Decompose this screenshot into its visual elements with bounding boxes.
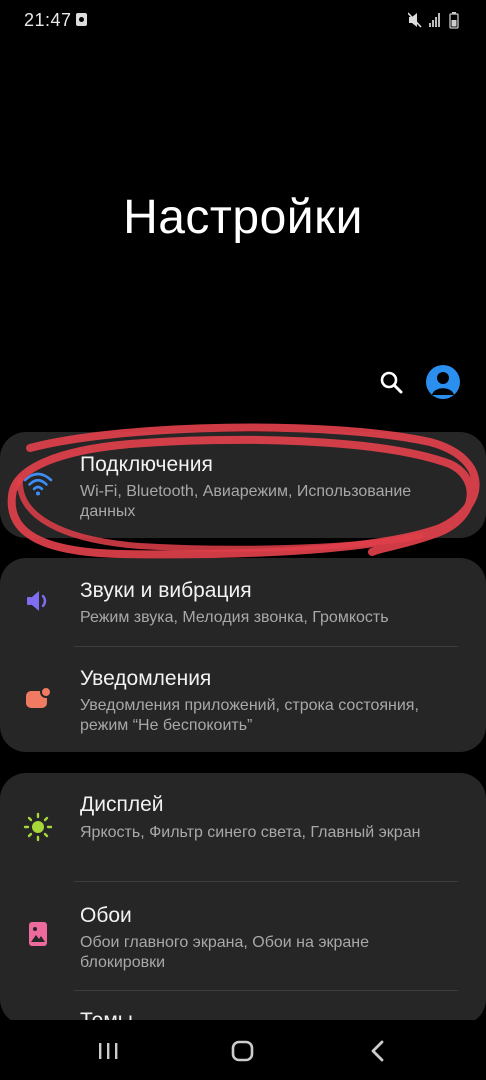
settings-item-title: Дисплей xyxy=(80,793,164,816)
settings-item-display[interactable]: Дисплей Яркость, Фильтр синего света, Гл… xyxy=(0,773,486,881)
settings-item-title: Обои xyxy=(80,904,132,927)
signal-icon xyxy=(429,13,440,27)
card-connections: Подключения Wi-Fi, Bluetooth, Авиарежим,… xyxy=(0,432,486,538)
battery-icon xyxy=(449,12,459,29)
settings-item-subtitle: Режим звука, Мелодия звонка, Громкость xyxy=(80,609,389,626)
notification-dot-icon xyxy=(76,13,87,26)
search-icon[interactable] xyxy=(378,369,406,397)
card-sounds-notifications: Звуки и вибрация Режим звука, Мелодия зв… xyxy=(0,558,486,752)
settings-item-sounds[interactable]: Звуки и вибрация Режим звука, Мелодия зв… xyxy=(0,558,486,646)
wallpaper-icon xyxy=(22,918,54,950)
status-icons xyxy=(408,11,464,29)
account-icon[interactable] xyxy=(426,365,460,399)
settings-item-subtitle: Wi-Fi, Bluetooth, Авиарежим, Использован… xyxy=(80,483,412,520)
wifi-icon xyxy=(22,468,54,500)
volume-icon xyxy=(22,585,54,617)
navigation-bar xyxy=(0,1020,486,1080)
settings-item-subtitle: Яркость, Фильтр синего света, Главный эк… xyxy=(80,824,421,841)
settings-item-title: Звуки и вибрация xyxy=(80,579,252,602)
settings-item-subtitle: Обои главного экрана, Обои на экране бло… xyxy=(80,934,370,971)
home-icon[interactable] xyxy=(223,1036,263,1066)
status-bar: 21:47 xyxy=(0,0,486,40)
page-title: Настройки xyxy=(123,191,363,244)
card-display: Дисплей Яркость, Фильтр синего света, Гл… xyxy=(0,773,486,1025)
back-icon[interactable] xyxy=(358,1036,398,1066)
mute-icon xyxy=(408,12,422,28)
settings-item-connections[interactable]: Подключения Wi-Fi, Bluetooth, Авиарежим,… xyxy=(0,432,486,538)
settings-item-wallpaper[interactable]: Обои Обои главного экрана, Обои на экран… xyxy=(0,882,486,990)
settings-item-notifications[interactable]: Уведомления Уведомления приложений, стро… xyxy=(0,647,486,752)
status-time: 21:47 xyxy=(24,10,72,30)
settings-item-subtitle: Уведомления приложений, строка состояния… xyxy=(80,697,419,734)
settings-item-title: Уведомления xyxy=(80,667,212,690)
notifications-icon xyxy=(22,683,54,715)
settings-item-title: Подключения xyxy=(80,453,213,476)
brightness-icon xyxy=(22,811,54,843)
recents-icon[interactable] xyxy=(88,1036,128,1066)
